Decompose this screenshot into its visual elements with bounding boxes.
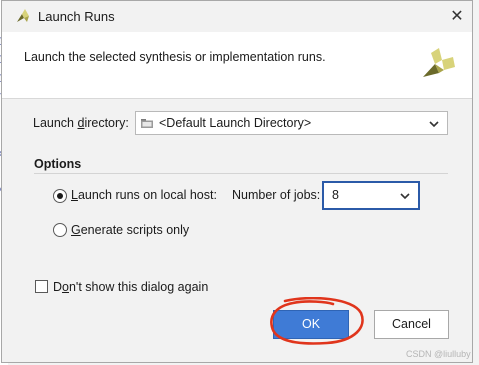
dialog-description: Launch the selected synthesis or impleme…: [24, 50, 326, 64]
local-host-label[interactable]: Launch runs on local host:: [71, 188, 217, 202]
ok-button[interactable]: OK: [273, 310, 349, 339]
chevron-down-icon: [429, 121, 439, 128]
number-of-jobs-value: 8: [332, 188, 339, 202]
dialog-header: Launch the selected synthesis or impleme…: [2, 32, 472, 99]
dialog-title: Launch Runs: [38, 9, 115, 24]
chevron-down-icon: [400, 193, 410, 200]
launch-directory-value: <Default Launch Directory>: [159, 116, 312, 130]
number-of-jobs-label: Number of jobs:: [232, 188, 321, 202]
launch-runs-dialog: Launch Runs ✕ Launch the selected synthe…: [1, 0, 473, 363]
title-bar[interactable]: Launch Runs ✕: [2, 1, 472, 32]
generate-scripts-label[interactable]: Generate scripts only: [71, 223, 189, 237]
watermark: CSDN @liulluby: [406, 349, 471, 359]
vivado-logo-icon: [17, 9, 29, 22]
options-section-title: Options: [34, 157, 82, 171]
dont-show-again-checkbox[interactable]: [35, 280, 48, 293]
dont-show-again-label[interactable]: Don't show this dialog again: [53, 280, 208, 294]
number-of-jobs-dropdown[interactable]: 8: [322, 181, 420, 210]
vivado-logo-icon: [423, 48, 455, 77]
launch-directory-dropdown[interactable]: <Default Launch Directory>: [135, 111, 448, 135]
generate-scripts-radio[interactable]: [53, 223, 67, 237]
local-host-radio[interactable]: [53, 189, 67, 203]
close-button[interactable]: ✕: [440, 1, 474, 32]
launch-directory-label: Launch directory:: [33, 116, 129, 130]
radio-selected-dot: [57, 193, 63, 199]
options-divider: [34, 173, 448, 174]
cancel-button[interactable]: Cancel: [374, 310, 449, 339]
folder-icon: [141, 119, 153, 128]
